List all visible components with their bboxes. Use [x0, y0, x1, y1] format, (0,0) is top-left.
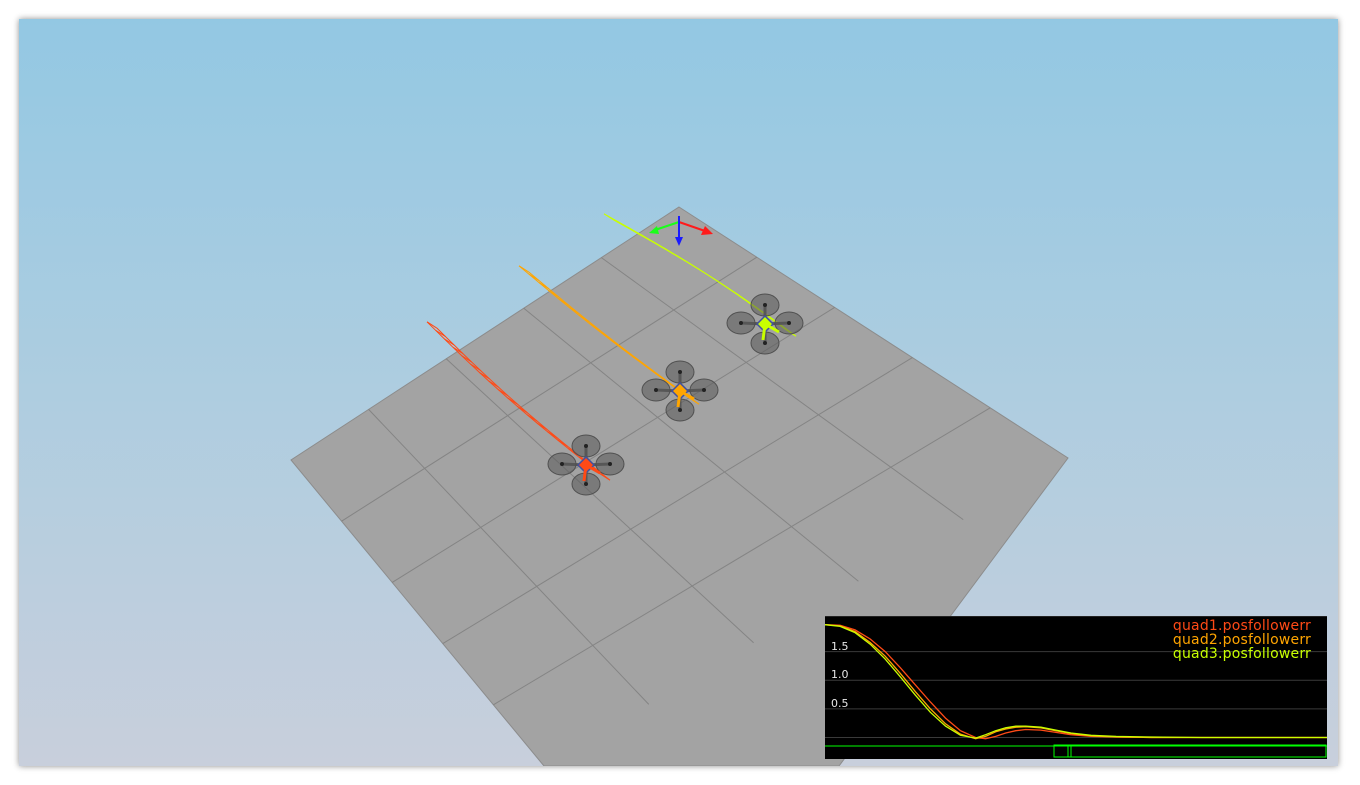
rotor-hub	[763, 341, 767, 345]
rotor-hub	[584, 444, 588, 448]
rotor-hub	[702, 388, 706, 392]
rotor-hub	[608, 462, 612, 466]
ribbon-rung	[518, 265, 530, 273]
y-tick-label: 1.5	[831, 639, 849, 653]
rotor-hub	[763, 303, 767, 307]
rotor-hub	[584, 482, 588, 486]
rotor-hub	[739, 321, 743, 325]
plot-panel[interactable]: quad1.posfollowerr quad2.posfollowerr qu…	[825, 616, 1327, 759]
chart-legend: quad1.posfollowerr quad2.posfollowerr qu…	[1173, 619, 1311, 661]
y-tick-label: 1.0	[831, 668, 849, 682]
time-window-marker	[1053, 744, 1327, 758]
y-tick-label: 0.5	[831, 696, 849, 710]
heading-marker	[676, 390, 682, 408]
ribbon-rung	[538, 281, 549, 290]
ribbon-rung	[615, 220, 627, 228]
rotor-hub	[787, 321, 791, 325]
rotor-hub	[560, 462, 564, 466]
simulator-viewport[interactable]: quad1.posfollowerr quad2.posfollowerr qu…	[19, 19, 1338, 766]
rotor-hub	[678, 408, 682, 412]
legend-entry: quad3.posfollowerr	[1172, 646, 1311, 662]
rotor-hub	[678, 370, 682, 374]
rotor-hub	[654, 388, 658, 392]
legend-entry: quad2.posfollowerr	[1172, 632, 1311, 648]
legend-entry: quad1.posfollowerr	[1172, 618, 1311, 634]
ribbon-rung	[528, 273, 540, 281]
ribbon-rung	[603, 213, 615, 221]
ribbon-rung	[628, 227, 639, 235]
heading-marker	[582, 464, 588, 482]
heading-marker	[761, 323, 767, 341]
